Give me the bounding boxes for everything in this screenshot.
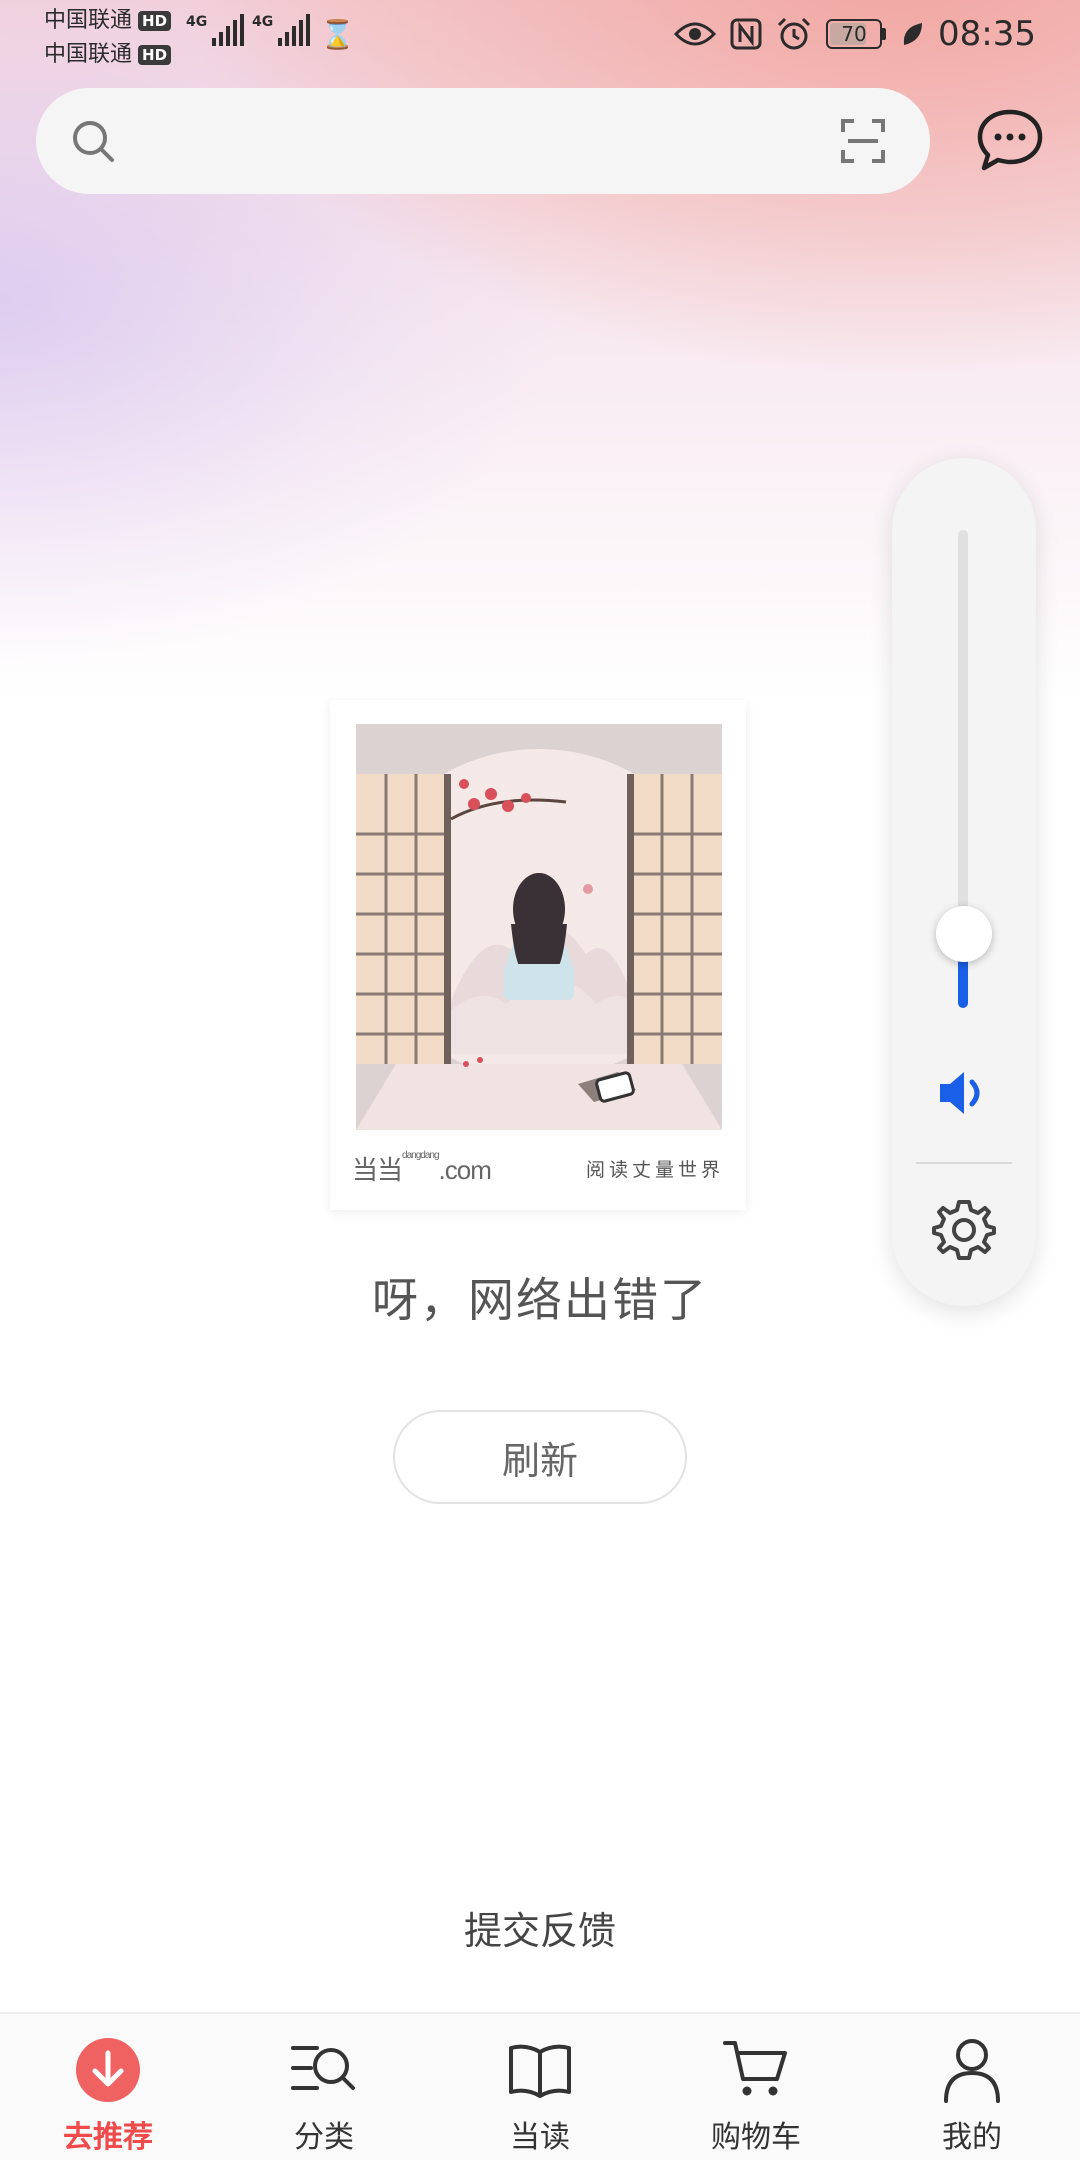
error-illustration: 当当dangdang.com 阅读丈量世界 xyxy=(330,700,746,1210)
nav-reading[interactable]: 当读 xyxy=(432,2014,648,2160)
alarm-icon xyxy=(777,17,811,50)
hd-badge: HD xyxy=(138,11,172,31)
status-icons: 70 08:35 xyxy=(674,14,1036,54)
refresh-button[interactable]: 刷新 xyxy=(393,1410,687,1504)
scan-icon[interactable] xyxy=(840,118,886,164)
carrier-1: 中国联通 HD xyxy=(44,8,172,34)
category-search-icon xyxy=(288,2034,360,2106)
cart-icon xyxy=(720,2034,792,2106)
nav-label: 当读 xyxy=(510,2120,570,2155)
nav-recommend[interactable]: 去推荐 xyxy=(0,2014,216,2160)
network-1-type: 4G xyxy=(186,14,208,30)
nav-label: 去推荐 xyxy=(63,2120,153,2155)
nfc-icon xyxy=(730,18,762,50)
signal-2-icon: 4G xyxy=(252,14,311,46)
download-arrow-icon xyxy=(72,2034,144,2106)
dangdang-logo: 当当dangdang.com xyxy=(352,1150,492,1187)
nav-label: 我的 xyxy=(942,2120,1002,2155)
submit-feedback-link[interactable]: 提交反馈 xyxy=(0,1900,1080,1955)
nav-label: 分类 xyxy=(294,2120,354,2155)
search-input[interactable] xyxy=(146,108,806,174)
clock: 08:35 xyxy=(938,14,1036,54)
logo-small: dangdang xyxy=(402,1150,439,1161)
volume-divider xyxy=(916,1162,1012,1164)
nav-profile[interactable]: 我的 xyxy=(864,2014,1080,2160)
hd-badge: HD xyxy=(138,45,172,65)
search-icon xyxy=(73,121,114,162)
volume-slider-thumb[interactable] xyxy=(936,906,992,963)
battery-icon: 70 xyxy=(826,19,887,49)
gear-icon[interactable] xyxy=(930,1196,998,1264)
illustration-art xyxy=(356,724,722,1130)
signal-1-icon: 4G xyxy=(186,14,245,46)
message-icon[interactable] xyxy=(976,108,1044,172)
speaker-icon[interactable] xyxy=(936,1068,992,1118)
bottom-nav: 去推荐 分类 当读 购物车 我的 xyxy=(0,2012,1080,2160)
logo-domain: .com xyxy=(438,1155,492,1185)
slogan: 阅读丈量世界 xyxy=(585,1159,724,1181)
search-bar[interactable] xyxy=(36,88,930,194)
eye-icon xyxy=(674,22,717,46)
logo-text: 当当 xyxy=(352,1155,403,1185)
battery-level: 70 xyxy=(841,22,867,46)
carrier-2: 中国联通 HD xyxy=(44,42,172,68)
book-icon xyxy=(504,2034,576,2106)
nav-label: 购物车 xyxy=(711,2120,801,2155)
network-2-type: 4G xyxy=(252,14,274,30)
volume-panel xyxy=(892,458,1036,1306)
carrier-2-name: 中国联通 xyxy=(44,42,133,67)
nav-cart[interactable]: 购物车 xyxy=(648,2014,864,2160)
hourglass-icon: ⌛ xyxy=(320,18,355,51)
nav-category[interactable]: 分类 xyxy=(216,2014,432,2160)
leaf-icon xyxy=(903,23,923,45)
status-bar: 中国联通 HD 中国联通 HD 4G 4G ⌛ 70 08:35 xyxy=(0,0,1080,76)
carrier-1-name: 中国联通 xyxy=(44,8,133,33)
user-icon xyxy=(936,2034,1008,2106)
